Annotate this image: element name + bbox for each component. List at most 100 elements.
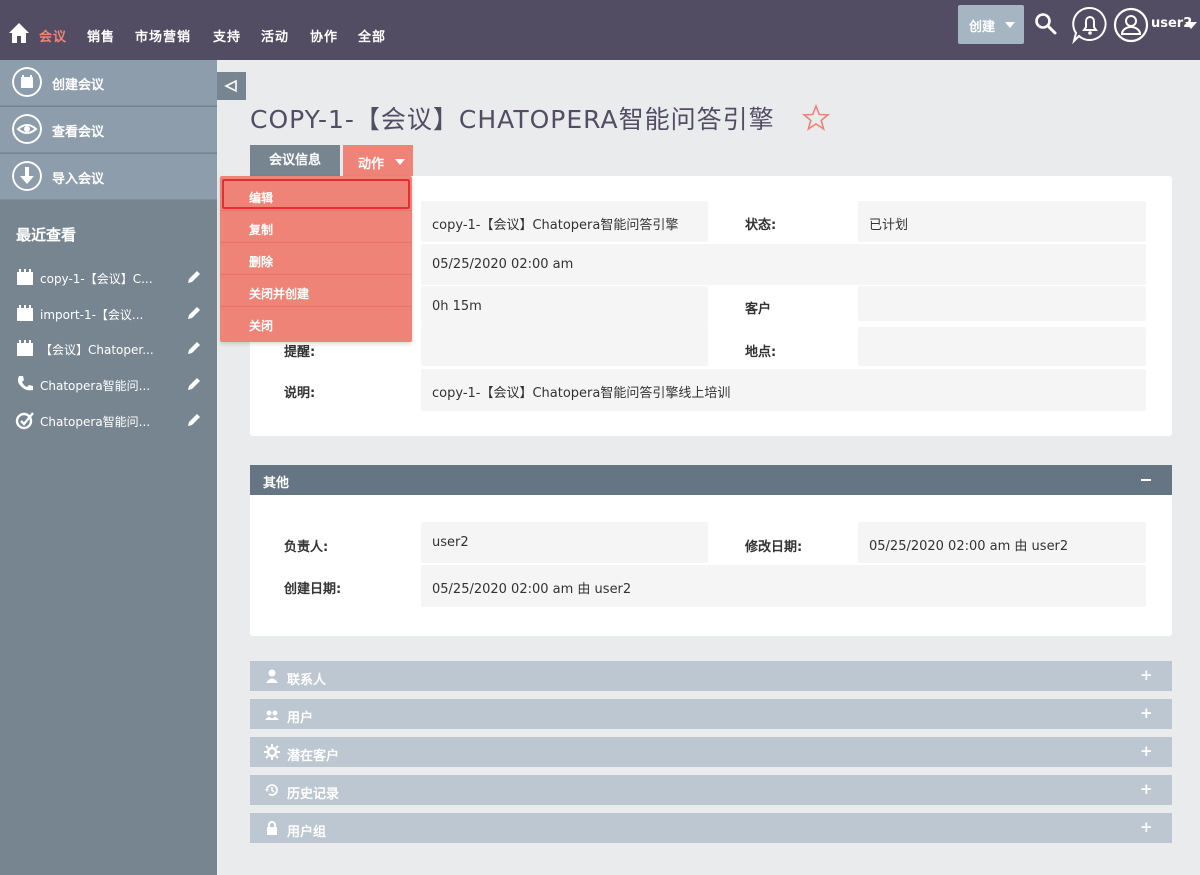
menu-item-edit[interactable]: 编辑 [220,179,412,211]
modified-date-label: 修改日期: [745,540,803,555]
pencil-icon[interactable] [186,340,202,356]
calendar-icon [17,269,33,285]
created-date-value: 05/25/2020 02:00 am 由 user2 [421,565,1146,607]
tab-meeting-info[interactable]: 会议信息 [250,145,340,176]
calendar-icon [17,340,33,356]
sidebar-action-view-meetings[interactable]: 查看会议 [0,107,217,153]
recent-item-label[interactable]: copy-1-【会议】C... [40,270,180,287]
subpanel-label: 潜在客户 [287,749,340,764]
notification-bell-icon[interactable] [1071,6,1109,44]
page-title: COPY-1-【会议】CHATOPERA智能问答引擎 [250,105,775,134]
menu-item-label: 关闭 [249,319,274,333]
pencil-icon[interactable] [186,376,202,392]
expand-plus-icon[interactable]: + [1140,780,1153,798]
account-value [858,286,1146,321]
assigned-user-value: user2 [421,522,708,563]
recent-item[interactable]: copy-1-【会议】C... [0,263,217,293]
sidebar-action-label: 查看会议 [52,125,105,140]
subpanel-label: 联系人 [287,673,327,688]
status-label: 状态: [745,218,777,233]
menu-item-close[interactable]: 关闭 [220,307,412,339]
subpanel-contacts[interactable]: 联系人 + [250,661,1172,691]
subpanel-label: 用户组 [287,825,327,840]
create-button[interactable]: 创建 [958,5,1024,44]
subpanel-leads[interactable]: 潜在客户 + [250,737,1172,767]
other-panel-title: 其他 [263,476,290,491]
sidebar-action-label: 创建会议 [52,78,105,93]
triangle-left-icon [224,79,237,93]
sidebar-action-import-meetings[interactable]: 导入会议 [0,154,217,200]
nav-item-meetings[interactable]: 会议 [39,26,67,45]
account-label: 客户 [745,302,772,317]
menu-item-label: 删除 [249,255,274,269]
assigned-user-label: 负责人: [284,540,329,555]
search-icon[interactable] [1034,12,1058,36]
users-icon [265,710,279,720]
status-value: 已计划 [858,201,1146,242]
other-panel: 负责人: user2 修改日期: 05/25/2020 02:00 am 由 u… [250,495,1172,636]
nav-item-support[interactable]: 支持 [213,26,241,45]
recent-item[interactable]: 【会议】Chatoper... [0,334,217,364]
subpanel-security-groups[interactable]: 用户组 + [250,813,1172,843]
star-favorite-icon[interactable] [802,104,830,132]
sidebar-action-create-meeting[interactable]: 创建会议 [0,60,217,106]
actions-dropdown-button[interactable]: 动作 [343,145,413,176]
actions-label: 动作 [358,157,385,172]
nav-item-activities[interactable]: 活动 [261,26,289,45]
location-value [858,327,1146,366]
reminder-label: 提醒: [284,345,316,360]
recent-item[interactable]: import-1-【会议... [0,299,217,329]
reminder-value [421,327,708,366]
nav-item-marketing[interactable]: 市场营销 [135,26,191,45]
description-value: copy-1-【会议】Chatopera智能问答引擎线上培训 [421,369,1146,411]
gear-icon [264,744,280,760]
expand-plus-icon[interactable]: + [1140,742,1153,760]
expand-plus-icon[interactable]: + [1140,704,1153,722]
menu-item-delete[interactable]: 删除 [220,243,412,275]
user-avatar-icon[interactable] [1113,7,1149,43]
menu-item-close-and-create[interactable]: 关闭并创建 [220,275,412,307]
recent-item-label[interactable]: Chatopera智能问... [40,377,180,394]
subpanel-label: 历史记录 [287,787,340,802]
pencil-icon[interactable] [186,305,202,321]
nav-item-all[interactable]: 全部 [358,26,386,45]
sidebar-collapse-button[interactable] [217,72,246,100]
collapse-minus-icon[interactable] [1141,479,1151,481]
pencil-icon[interactable] [186,269,202,285]
lock-icon [267,821,277,835]
location-label: 地点: [745,345,777,360]
name-value: copy-1-【会议】Chatopera智能问答引擎 [421,201,708,242]
nav-item-sales[interactable]: 销售 [87,26,115,45]
recent-item-label[interactable]: 【会议】Chatoper... [40,341,180,358]
pencil-icon[interactable] [186,412,202,428]
menu-item-label: 关闭并创建 [249,287,310,301]
expand-plus-icon[interactable]: + [1140,666,1153,684]
other-panel-header[interactable]: 其他 [250,465,1172,495]
recent-item-label[interactable]: Chatopera智能问... [40,413,180,430]
actions-dropdown-menu: 编辑 复制 删除 关闭并创建 关闭 [220,176,412,342]
chevron-down-icon [395,159,405,165]
description-label: 说明: [284,386,316,401]
recent-item-label[interactable]: import-1-【会议... [40,306,180,323]
eye-icon [12,114,42,144]
calendar-icon [12,67,42,97]
person-icon [266,669,278,683]
task-check-icon [15,412,34,430]
recent-item[interactable]: Chatopera智能问... [0,406,217,436]
subpanel-users[interactable]: 用户 + [250,699,1172,729]
download-arrow-icon [12,161,42,191]
nav-item-collaboration[interactable]: 协作 [310,26,338,45]
menu-item-duplicate[interactable]: 复制 [220,211,412,243]
phone-icon [18,376,33,391]
home-icon[interactable] [8,22,30,44]
recent-item[interactable]: Chatopera智能问... [0,370,217,400]
history-icon [265,784,278,796]
chevron-down-icon[interactable] [1185,22,1197,29]
calendar-icon [17,305,33,321]
duration-value: 0h 15m [421,286,708,327]
menu-item-label: 复制 [249,223,274,237]
subpanel-history[interactable]: 历史记录 + [250,775,1172,805]
created-date-label: 创建日期: [284,582,342,597]
expand-plus-icon[interactable]: + [1140,818,1153,836]
start-date-value: 05/25/2020 02:00 am [421,244,1146,285]
